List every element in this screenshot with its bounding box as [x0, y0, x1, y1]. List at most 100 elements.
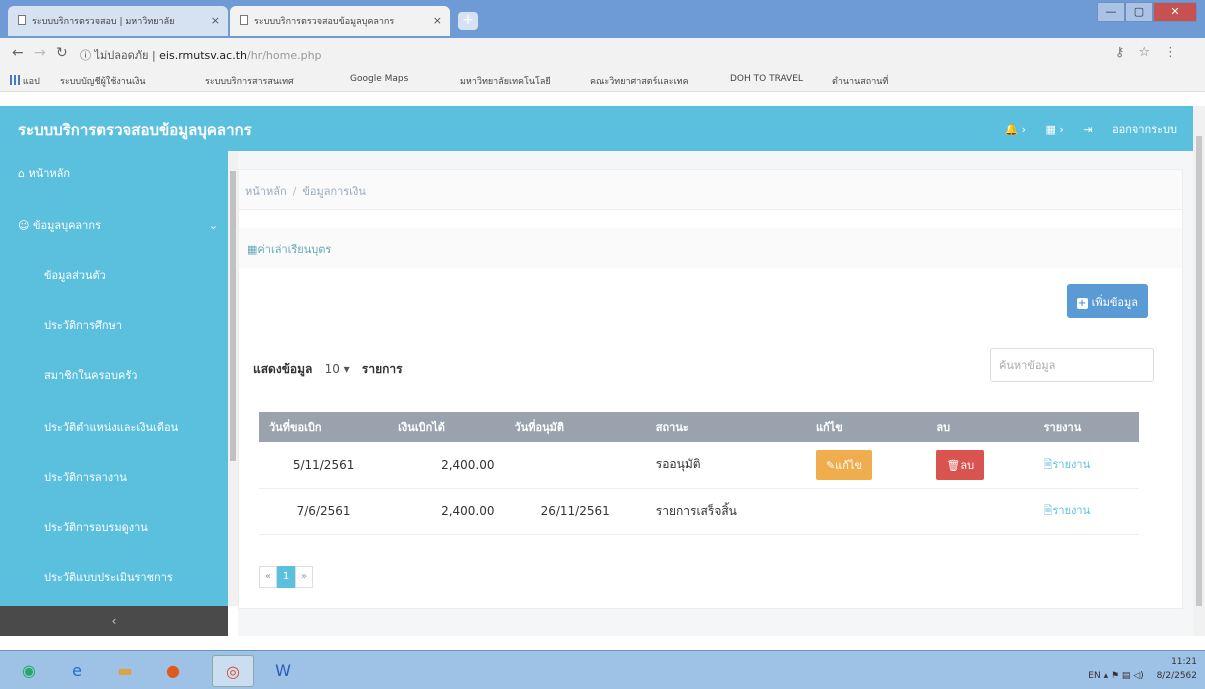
- clock[interactable]: 11:21 8/2/2562: [1157, 655, 1197, 683]
- table-row: 5/11/2561 2,400.00 รออนุมัติ ✎แก้ไข 🗑ลบ …: [259, 442, 1139, 489]
- column-header[interactable]: วันที่ขอเบิก: [259, 412, 389, 442]
- pagination-page[interactable]: 1: [277, 566, 295, 588]
- add-data-button[interactable]: + เพิ่มข้อมูล: [1066, 284, 1148, 318]
- scroll-thumb[interactable]: [230, 171, 236, 461]
- minimize-button[interactable]: —: [1097, 2, 1125, 22]
- approve-date-cell: [504, 442, 646, 489]
- window-controls: — ▢ ✕: [1097, 2, 1197, 22]
- back-icon[interactable]: ←: [12, 45, 24, 61]
- column-header[interactable]: วันที่อนุมัติ: [504, 412, 646, 442]
- tab-label: ระบบบริการตรวจสอบข้อมูลบุคลากร: [254, 17, 395, 27]
- page-scrollbar[interactable]: [1193, 106, 1205, 636]
- word-icon[interactable]: W: [262, 655, 304, 687]
- bookmark-item[interactable]: ตำนานสถานที่: [832, 74, 888, 88]
- sidebar-subitem[interactable]: สมาชิกในครอบครัว: [0, 361, 228, 391]
- maximize-button[interactable]: ▢: [1125, 2, 1153, 22]
- delete-button[interactable]: 🗑ลบ: [936, 449, 985, 480]
- bookmark-item[interactable]: ระบบบัญชีผู้ใช้งานเงิน: [60, 74, 146, 88]
- table-icon: ▦: [247, 243, 258, 256]
- bookmark-item[interactable]: ระบบบริการสารสนเทศ: [205, 74, 294, 88]
- internet-explorer-icon[interactable]: e: [56, 655, 98, 687]
- column-header[interactable]: แก้ไข: [805, 412, 927, 442]
- sidebar-subitem[interactable]: ประวัติการอบรมดูงาน: [0, 513, 228, 543]
- address-bar: ← → ↻ ⓘ ไม่ปลอดภัย | eis.rmutsv.ac.th/hr…: [0, 38, 1205, 68]
- data-table: วันที่ขอเบิก เงินเบิกได้ วันที่อนุมัติ ส…: [259, 412, 1139, 535]
- sidebar-subitem[interactable]: ประวัติการศึกษา: [0, 311, 228, 341]
- sidebar-collapse-button[interactable]: ‹: [0, 606, 228, 636]
- request-date-cell: 5/11/2561: [259, 442, 389, 489]
- report-cell: 🗎รายงาน: [1033, 488, 1139, 535]
- bookmark-apps[interactable]: แอป: [10, 74, 40, 88]
- start-icon[interactable]: ◉: [8, 655, 50, 687]
- forward-icon[interactable]: →: [34, 45, 46, 61]
- pagination-next[interactable]: »: [295, 566, 313, 588]
- url-field[interactable]: ⓘ ไม่ปลอดภัย | eis.rmutsv.ac.th/hr/home.…: [80, 46, 322, 64]
- table-row: 7/6/2561 2,400.00 26/11/2561 รายการเสร็จ…: [259, 488, 1139, 535]
- user-icon: ☺: [18, 219, 30, 232]
- column-header[interactable]: รายงาน: [1033, 412, 1139, 442]
- column-header[interactable]: เงินเบิกได้: [388, 412, 505, 442]
- key-icon[interactable]: ⚷: [1115, 45, 1139, 60]
- media-player-icon[interactable]: ●: [152, 655, 194, 687]
- sidebar-subitem[interactable]: ข้อมูลส่วนตัว: [0, 261, 228, 291]
- bookmark-item[interactable]: มหาวิทยาลัยเทคโนโลยี: [460, 74, 551, 88]
- amount-cell: 2,400.00: [388, 488, 505, 535]
- scroll-thumb[interactable]: [1196, 136, 1202, 606]
- search-input[interactable]: [990, 348, 1154, 382]
- approve-date-cell: 26/11/2561: [504, 488, 646, 535]
- url-path: /hr/home.php: [247, 49, 322, 62]
- reload-icon[interactable]: ↻: [56, 45, 68, 61]
- close-tab-icon[interactable]: ×: [433, 14, 442, 27]
- column-header[interactable]: ลบ: [926, 412, 1034, 442]
- breadcrumb: หน้าหลัก / ข้อมูลการเงิน: [239, 170, 1182, 210]
- bookmark-item[interactable]: DOH TO TRAVEL: [730, 74, 803, 84]
- request-date-cell: 7/6/2561: [259, 488, 389, 535]
- star-icon[interactable]: ☆: [1138, 45, 1164, 60]
- browser-tab[interactable]: ระบบบริการตรวจสอบ | มหาวิทยาลัย ×: [8, 6, 228, 36]
- taskbar: ◉ e ▬ ● ◎ W EN ▴ ⚑ ▤ ◁) 11:21 8/2/2562: [0, 650, 1205, 689]
- edit-button[interactable]: ✎แก้ไข: [815, 449, 872, 480]
- close-tab-icon[interactable]: ×: [211, 14, 220, 27]
- plus-icon: +: [1076, 298, 1088, 309]
- folder-icon[interactable]: ▬: [104, 655, 146, 687]
- sidebar-subitem[interactable]: ประวัติแบบประเมินราชการ: [0, 563, 228, 593]
- breadcrumb-home[interactable]: หน้าหลัก: [245, 185, 287, 198]
- edit-cell: [805, 488, 927, 535]
- report-link[interactable]: 🗎รายงาน: [1044, 458, 1090, 471]
- notification-icon[interactable]: 🔔 ›: [1004, 123, 1026, 136]
- report-link[interactable]: 🗎รายงาน: [1044, 504, 1090, 517]
- bookmarks-bar: แอป ระบบบัญชีผู้ใช้งานเงิน ระบบบริการสาร…: [0, 68, 1205, 92]
- app-header: ระบบบริการตรวจสอบข้อมูลบุคลากร 🔔 › ▦ › ⇥…: [0, 106, 1193, 151]
- close-window-button[interactable]: ✕: [1153, 2, 1197, 22]
- chrome-icon[interactable]: ◎: [212, 655, 254, 687]
- sidebar-item-home[interactable]: ⌂ หน้าหลัก: [0, 159, 228, 189]
- menu-icon[interactable]: ⋮: [1164, 45, 1191, 60]
- edit-cell: ✎แก้ไข: [805, 442, 927, 489]
- content-panel: หน้าหลัก / ข้อมูลการเงิน ▦ค่าเล่าเรียนบุตร…: [238, 169, 1183, 609]
- browser-tab-active[interactable]: ระบบบริการตรวจสอบข้อมูลบุคลากร ×: [230, 6, 450, 36]
- status-cell: รออนุมัติ: [645, 442, 806, 489]
- bookmark-item[interactable]: คณะวิทยาศาสตร์และเทค: [590, 74, 689, 88]
- sidebar: ⌂ หน้าหลัก ☺ ข้อมูลบุคลากร ⌄ ข้อมูลส่วนต…: [0, 151, 228, 636]
- amount-cell: 2,400.00: [388, 442, 505, 489]
- new-tab-button[interactable]: +: [458, 12, 478, 30]
- logout-button[interactable]: ⇥ ออกจากระบบ: [1083, 123, 1177, 136]
- url-host: eis.rmutsv.ac.th: [159, 49, 247, 62]
- sidebar-subitem[interactable]: ประวัติการลางาน: [0, 463, 228, 493]
- system-tray: EN ▴ ⚑ ▤ ◁) 11:21 8/2/2562: [1088, 655, 1197, 683]
- security-label: ไม่ปลอดภัย: [94, 49, 149, 62]
- sidebar-item-personnel[interactable]: ☺ ข้อมูลบุคลากร ⌄: [0, 211, 228, 241]
- page-length-select[interactable]: 10 ▾: [317, 360, 358, 378]
- bookmark-item[interactable]: Google Maps: [350, 74, 408, 84]
- tray-icons[interactable]: ▴ ⚑ ▤ ◁): [1104, 671, 1144, 681]
- document-icon: 🗎: [1043, 504, 1053, 517]
- column-header[interactable]: สถานะ: [645, 412, 806, 442]
- section-title: ▦ค่าเล่าเรียนบุตร: [239, 228, 1182, 268]
- sidebar-subitem[interactable]: ประวัติตำแหน่งและเงินเดือน: [0, 413, 228, 443]
- pagination-prev[interactable]: «: [259, 566, 277, 588]
- apps-icon: [10, 75, 20, 85]
- sidebar-scrollbar[interactable]: [228, 151, 238, 606]
- language-indicator[interactable]: EN: [1088, 671, 1100, 681]
- calendar-icon[interactable]: ▦ ›: [1046, 123, 1064, 136]
- browser-tab-bar: ระบบบริการตรวจสอบ | มหาวิทยาลัย × ระบบบร…: [0, 0, 1205, 38]
